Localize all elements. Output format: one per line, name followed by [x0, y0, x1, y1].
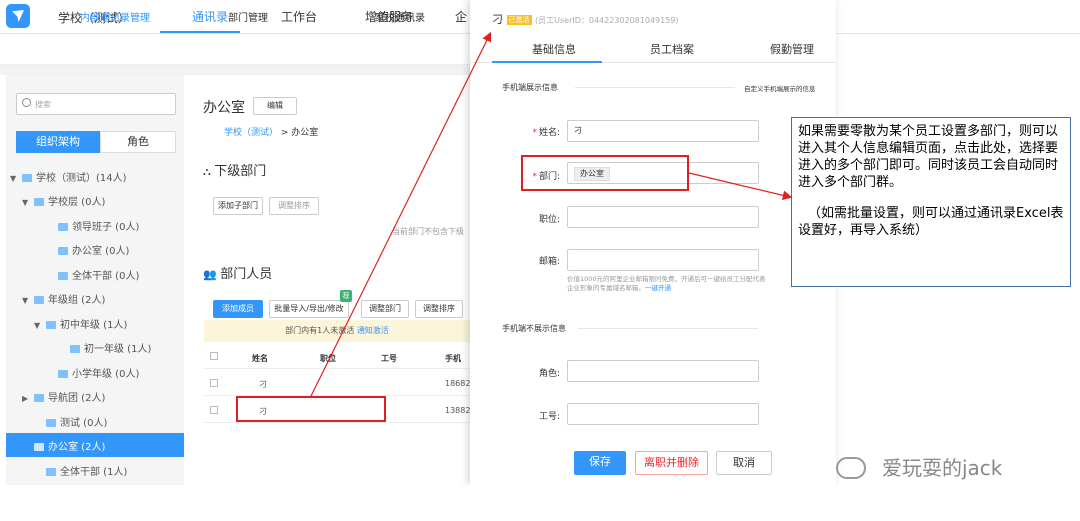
arrow-dept-to-callout	[688, 172, 793, 201]
watermark: 爱玩耍的jack	[882, 456, 1003, 480]
page-footer	[0, 485, 1080, 521]
annotation-arrows	[310, 31, 793, 397]
arrow-row-to-panel	[310, 31, 492, 397]
wechat-icon	[836, 457, 866, 479]
